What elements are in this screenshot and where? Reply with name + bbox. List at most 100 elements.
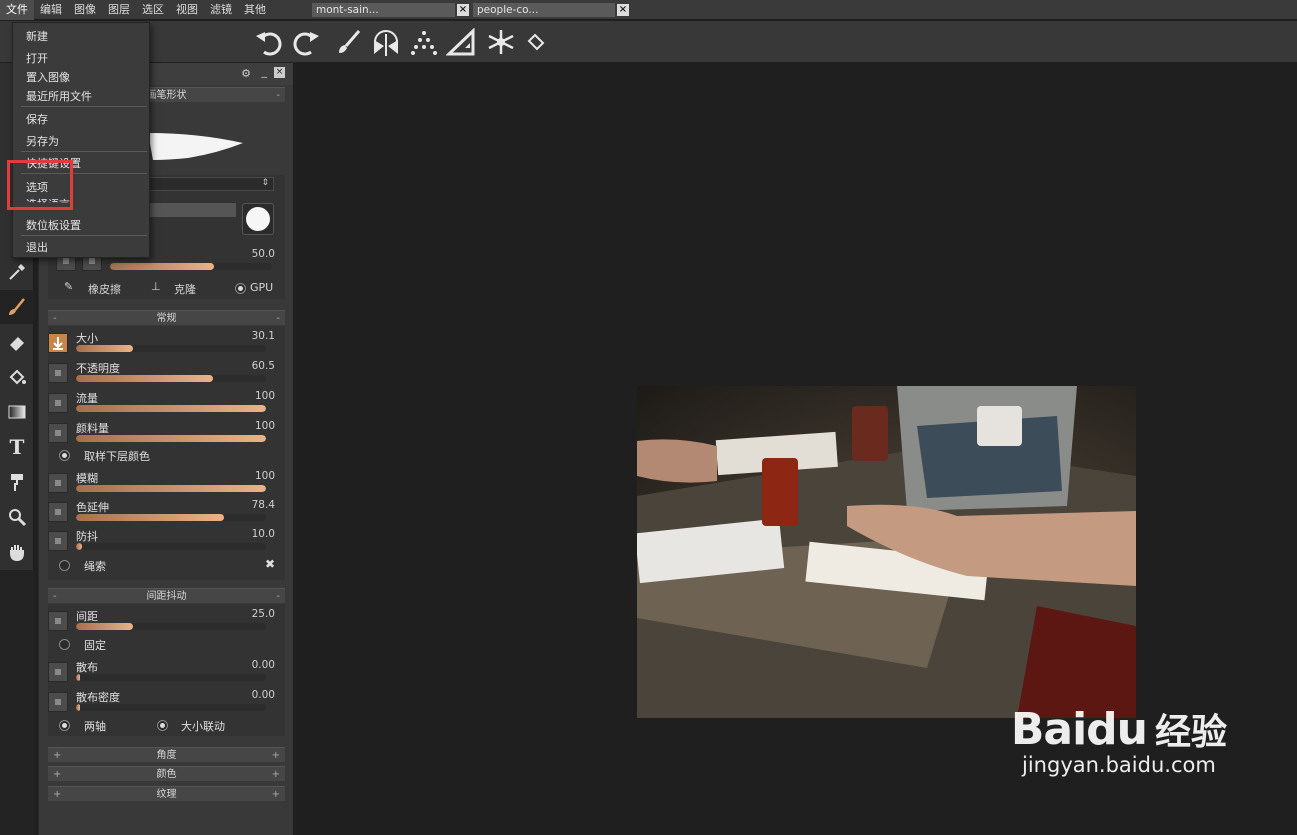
slider-track[interactable] (76, 485, 266, 492)
menu-filter[interactable]: 滤镜 (204, 0, 238, 20)
slider-track[interactable] (76, 623, 266, 630)
gradient-icon[interactable] (0, 395, 34, 429)
section-angle[interactable]: + 角度 + (48, 747, 285, 762)
slider-track[interactable] (76, 514, 266, 521)
kaleidoscope-icon[interactable] (485, 26, 517, 58)
clone-stamp-icon[interactable]: ⊥ (151, 280, 161, 293)
wrench-icon[interactable]: ✖ (265, 557, 275, 571)
slider-value: 100 (254, 390, 275, 402)
fixed-radio[interactable] (59, 639, 70, 650)
slider-row-spacing: 间距 25.0 (48, 607, 285, 635)
slider-label: 防抖 (76, 530, 98, 543)
slider-value: 60.5 (251, 360, 275, 372)
section-color[interactable]: + 颜色 + (48, 766, 285, 781)
menu-item-open[interactable]: 打开 (26, 50, 48, 66)
menu-item-place-image[interactable]: 置入图像 (26, 69, 70, 85)
both-axes-label: 两轴 (84, 720, 106, 733)
perspective-icon[interactable] (408, 26, 440, 58)
slider-row-color-stretch: 色延伸 78.4 (48, 498, 285, 526)
menu-item-save-as[interactable]: 另存为 (26, 133, 59, 149)
axis-options: 两轴 大小联动 (48, 717, 285, 735)
ruler-icon[interactable] (520, 26, 552, 58)
canvas-photo[interactable] (637, 386, 1136, 718)
slider-label: 散布 (76, 661, 98, 674)
slider-track[interactable] (76, 674, 266, 681)
scatter-density-toggle[interactable] (48, 692, 68, 712)
menu-item-new[interactable]: 新建 (26, 28, 48, 44)
symmetry-icon[interactable] (370, 26, 402, 58)
menu-item-tablet-settings[interactable]: 数位板设置 (26, 217, 81, 233)
text-tool-icon[interactable]: T (0, 430, 34, 464)
clone-label[interactable]: 克隆 (174, 281, 196, 297)
collapse-icon[interactable]: - (276, 88, 280, 103)
menu-edit[interactable]: 编辑 (34, 0, 68, 20)
paint-roller-icon[interactable] (0, 465, 34, 499)
eyedropper-icon[interactable] (0, 255, 34, 289)
close-icon[interactable]: × (457, 4, 469, 16)
hand-icon[interactable] (0, 535, 34, 569)
top-slider[interactable] (110, 263, 272, 270)
doc-tab-1[interactable]: mont-sain... (312, 3, 455, 17)
menu-file[interactable]: 文件 (0, 0, 34, 20)
slider-track[interactable] (76, 543, 266, 550)
slider-row-blur: 模糊 100 (48, 469, 285, 497)
slider-track[interactable] (76, 704, 266, 711)
brush-texture-bar[interactable] (148, 203, 236, 217)
scatter-toggle[interactable] (48, 662, 68, 682)
flow-pressure-toggle[interactable] (48, 393, 68, 413)
section-general[interactable]: - 常规 - (48, 310, 285, 325)
brush-tip-preview[interactable] (242, 203, 274, 235)
ruler-triangle-icon[interactable] (445, 26, 477, 58)
eraser-tool-icon[interactable] (0, 325, 34, 359)
section-spacing-jitter[interactable]: - 间距抖动 - (48, 588, 285, 603)
doc-tab-2[interactable]: people-co... (473, 3, 615, 17)
redo-icon[interactable] (290, 26, 322, 58)
slider-track[interactable] (76, 375, 266, 382)
section-texture[interactable]: + 纹理 + (48, 786, 285, 801)
sample-layer-radio[interactable] (59, 450, 70, 461)
baidu-brand-cn: 经验 (1154, 712, 1227, 753)
eraser-label[interactable]: 橡皮擦 (88, 281, 121, 297)
slider-value: 30.1 (251, 330, 275, 342)
stabilizer-toggle[interactable] (48, 531, 68, 551)
size-pressure-toggle[interactable] (48, 333, 68, 353)
sample-layer-label: 取样下层颜色 (84, 450, 150, 463)
slider-track[interactable] (76, 345, 266, 352)
slider-track[interactable] (76, 435, 266, 442)
fill-bucket-icon[interactable] (0, 360, 34, 394)
close-icon[interactable]: × (617, 4, 629, 16)
size-link-radio[interactable] (157, 720, 168, 731)
menu-item-exit[interactable]: 退出 (26, 239, 48, 255)
minimize-icon[interactable]: _ (262, 65, 268, 78)
eraser-icon[interactable]: ✎ (64, 280, 73, 293)
opacity-pressure-toggle[interactable] (48, 363, 68, 383)
menu-other[interactable]: 其他 (238, 0, 272, 20)
slider-track[interactable] (76, 405, 266, 412)
gear-icon[interactable]: ⚙ (241, 67, 251, 80)
lasso-radio[interactable] (59, 560, 70, 571)
menu-view[interactable]: 视图 (170, 0, 204, 20)
undo-icon[interactable] (253, 26, 285, 58)
top-toolbar (0, 21, 1297, 63)
slider-label: 颜料量 (76, 422, 109, 435)
spacing-toggle[interactable] (48, 611, 68, 631)
menu-item-recent-files[interactable]: 最近所用文件 (26, 88, 92, 104)
menu-item-save[interactable]: 保存 (26, 111, 48, 127)
close-icon[interactable]: × (274, 67, 285, 78)
slider-value: 100 (254, 470, 275, 482)
menu-select[interactable]: 选区 (136, 0, 170, 20)
brush-tool-icon[interactable] (0, 290, 34, 324)
slider-row-opacity: 不透明度 60.5 (48, 359, 285, 387)
color-stretch-toggle[interactable] (48, 502, 68, 522)
fixed-option: 固定 (48, 636, 285, 654)
lasso-option: 绳索 ✖ (48, 557, 285, 575)
gpu-radio[interactable] (235, 283, 246, 294)
menu-layer[interactable]: 图层 (102, 0, 136, 20)
paint-amount-toggle[interactable] (48, 423, 68, 443)
blur-toggle[interactable] (48, 473, 68, 493)
zoom-icon[interactable] (0, 500, 34, 534)
both-axes-radio[interactable] (59, 720, 70, 731)
lasso-label: 绳索 (84, 560, 106, 573)
menu-image[interactable]: 图像 (68, 0, 102, 20)
brush-icon[interactable] (333, 26, 365, 58)
